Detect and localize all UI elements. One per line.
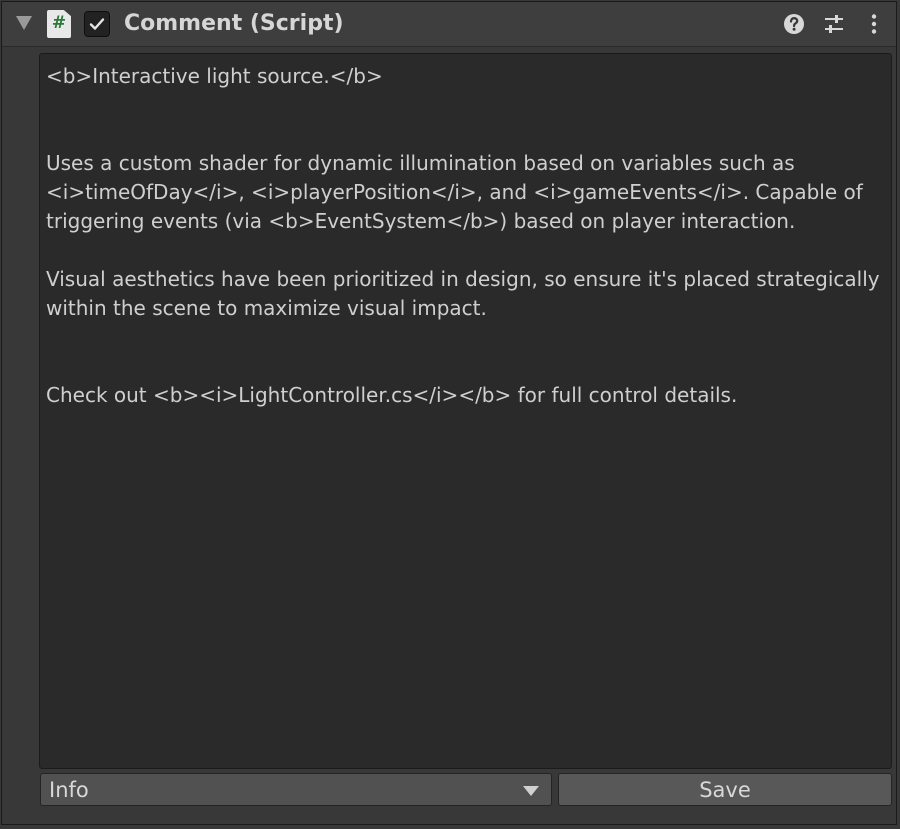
comment-type-dropdown[interactable]: Info: [40, 773, 552, 806]
save-button-label: Save: [699, 778, 751, 802]
save-button[interactable]: Save: [558, 773, 892, 806]
help-icon[interactable]: [783, 13, 805, 35]
component-header[interactable]: # Comment (Script): [2, 2, 896, 47]
comment-component-panel: # Comment (Script) <b>Interactive light …: [1, 1, 897, 825]
csharp-script-icon: #: [47, 10, 71, 38]
component-enabled-checkbox[interactable]: [84, 11, 110, 37]
kebab-menu-icon[interactable]: [863, 13, 885, 35]
foldout-triangle-icon[interactable]: [16, 16, 32, 30]
dropdown-arrow-icon: [523, 786, 539, 796]
comment-type-value: Info: [49, 778, 89, 802]
presets-sliders-icon[interactable]: [823, 13, 845, 35]
comment-text-area[interactable]: <b>Interactive light source.</b> Uses a …: [39, 53, 892, 769]
checkmark-icon: [89, 18, 105, 30]
component-title: Comment (Script): [124, 11, 344, 36]
comment-text[interactable]: <b>Interactive light source.</b> Uses a …: [46, 62, 881, 410]
script-icon-glyph: #: [51, 13, 67, 33]
